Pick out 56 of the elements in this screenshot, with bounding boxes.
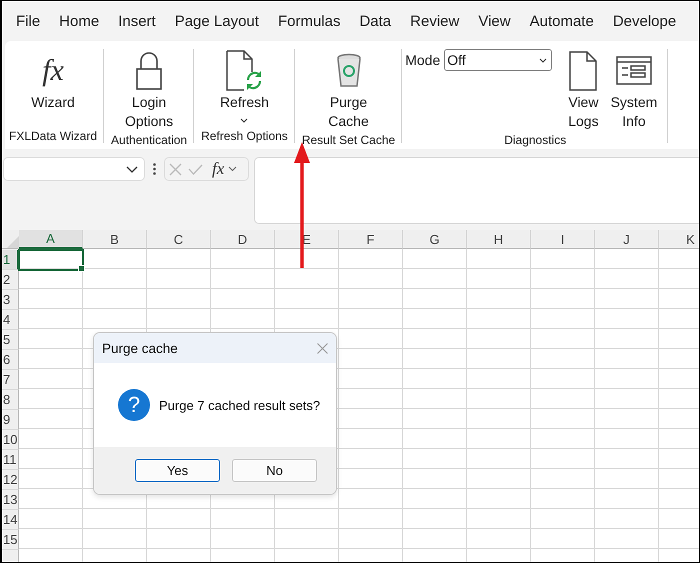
document-refresh-icon [225, 50, 264, 92]
recycle-bin-icon [336, 53, 362, 89]
column-header[interactable]: B [83, 230, 147, 249]
cancel-icon[interactable] [169, 162, 182, 176]
check-icon[interactable] [188, 164, 203, 174]
column-header[interactable]: G [403, 230, 467, 249]
column-header[interactable]: F [339, 230, 403, 249]
dialog-title: Purge cache [102, 340, 178, 356]
ribbon-button[interactable]: fx Wizard [27, 47, 79, 114]
group-label: Diagnostics [503, 133, 568, 149]
caret-icon[interactable] [539, 58, 548, 62]
ribbon-button[interactable]: System Info [606, 47, 662, 133]
menu-tab[interactable]: Page Layout [168, 8, 266, 34]
insert-function-button[interactable]: fx [209, 159, 228, 179]
menu-tab[interactable]: Insert [111, 8, 163, 34]
ribbon-button[interactable]: Refresh [216, 47, 273, 125]
menu-tab[interactable]: Review [403, 8, 466, 34]
active-cell[interactable] [18, 249, 84, 271]
column-header[interactable]: D [211, 230, 275, 249]
menu-tab[interactable]: Automate [522, 8, 601, 34]
menu-tab[interactable]: View [471, 8, 518, 34]
mode-dropdown[interactable]: Off [444, 49, 552, 71]
row-header[interactable]: 1 [2, 250, 19, 270]
column-header[interactable]: A [19, 230, 83, 249]
function-icon: fx [37, 51, 69, 91]
menu-tab[interactable]: Data [352, 8, 398, 34]
more-icon[interactable] [153, 163, 156, 175]
info-panel-icon [616, 56, 652, 86]
group-label: Authentication [110, 133, 188, 149]
column-header[interactable]: C [147, 230, 211, 249]
group-label: Result Set Cache [300, 133, 396, 149]
ribbon-button[interactable]: Purge Cache [324, 47, 373, 133]
menu-tab[interactable]: File [9, 8, 48, 34]
padlock-icon [134, 51, 164, 91]
question-icon: ? [118, 389, 150, 421]
menu-tab[interactable]: Formulas [270, 8, 348, 34]
caret-icon[interactable] [126, 166, 138, 172]
dialog-button[interactable]: No [232, 459, 317, 482]
group-label: FXLData Wizard [8, 129, 98, 145]
formula-input[interactable] [254, 157, 699, 224]
menu-tab[interactable]: Home [52, 8, 106, 34]
column-header[interactable]: K [659, 230, 699, 249]
column-header[interactable]: I [531, 230, 595, 249]
mode-label: Mode [405, 52, 440, 68]
select-all-icon[interactable] [7, 236, 19, 248]
ribbon-button[interactable]: View Logs [564, 47, 603, 133]
group-label: Refresh Options [200, 129, 289, 145]
caret-icon [240, 118, 248, 123]
menu-tab[interactable]: Develope [606, 8, 684, 34]
document-icon [569, 51, 598, 91]
dialog-button[interactable]: Yes [135, 459, 220, 482]
column-header[interactable]: H [467, 230, 531, 249]
dialog-message: Purge 7 cached result sets? [159, 398, 320, 412]
close-icon[interactable] [317, 342, 328, 354]
column-header[interactable]: J [595, 230, 659, 249]
ribbon-button[interactable]: Login Options [120, 47, 178, 133]
